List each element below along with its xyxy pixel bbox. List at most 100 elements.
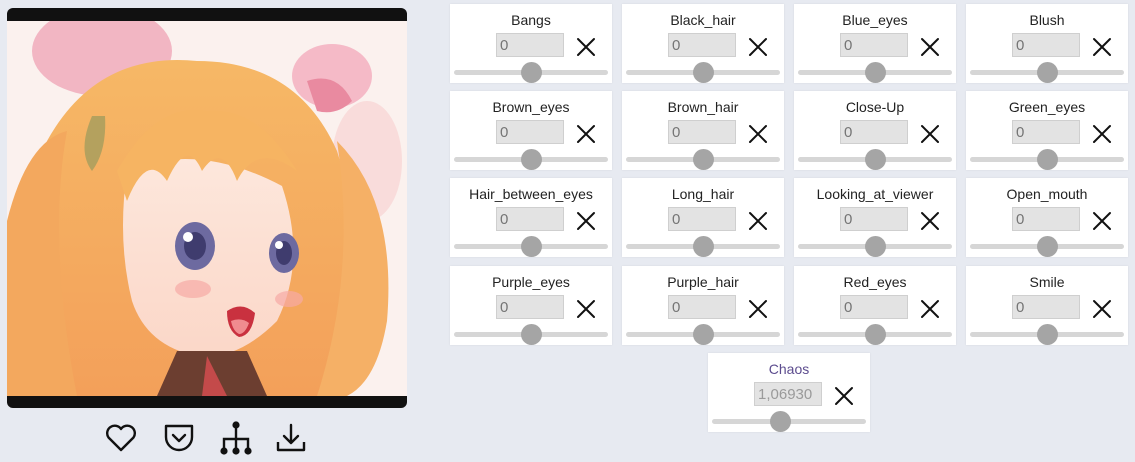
slider-thumb[interactable] <box>1037 236 1058 257</box>
attribute-card: Blush <box>966 4 1128 83</box>
close-icon[interactable] <box>1091 36 1113 58</box>
attribute-label: Brown_hair <box>667 99 739 115</box>
save-button[interactable] <box>161 420 197 456</box>
lineage-button[interactable] <box>218 420 254 456</box>
attribute-slider[interactable] <box>798 324 952 345</box>
slider-thumb[interactable] <box>865 324 886 345</box>
attribute-value-input[interactable] <box>496 295 564 319</box>
attribute-card: Green_eyes <box>966 91 1128 170</box>
close-icon[interactable] <box>919 36 941 58</box>
attribute-slider[interactable] <box>970 324 1124 345</box>
attribute-value-input[interactable] <box>668 207 736 231</box>
slider-thumb[interactable] <box>693 324 714 345</box>
close-icon[interactable] <box>575 36 597 58</box>
attribute-slider[interactable] <box>798 236 952 257</box>
image-actions <box>103 420 313 456</box>
attribute-slider[interactable] <box>454 324 608 345</box>
attribute-slider[interactable] <box>798 62 952 83</box>
slider-thumb[interactable] <box>521 149 542 170</box>
close-icon[interactable] <box>747 298 769 320</box>
attribute-value-input[interactable] <box>496 207 564 231</box>
close-icon[interactable] <box>919 210 941 232</box>
attribute-label: Red_eyes <box>843 274 907 290</box>
close-icon[interactable] <box>1091 123 1113 145</box>
close-icon[interactable] <box>1091 298 1113 320</box>
close-icon[interactable] <box>575 210 597 232</box>
close-icon[interactable] <box>1091 210 1113 232</box>
attribute-label: Open_mouth <box>1006 186 1088 202</box>
slider-thumb[interactable] <box>521 236 542 257</box>
attribute-value-input[interactable] <box>1012 295 1080 319</box>
attribute-value-input[interactable] <box>1012 120 1080 144</box>
slider-thumb[interactable] <box>693 149 714 170</box>
slider-thumb[interactable] <box>521 324 542 345</box>
attribute-slider[interactable] <box>626 149 780 170</box>
attribute-slider[interactable] <box>626 324 780 345</box>
close-icon[interactable] <box>747 210 769 232</box>
attribute-label: Purple_hair <box>667 274 739 290</box>
close-icon[interactable] <box>919 298 941 320</box>
attribute-label: Chaos <box>768 361 810 377</box>
attribute-value-input[interactable] <box>668 33 736 57</box>
attribute-value-input[interactable] <box>754 382 822 406</box>
slider-thumb[interactable] <box>1037 149 1058 170</box>
generated-image <box>7 21 407 396</box>
attribute-card: Purple_hair <box>622 266 784 345</box>
slider-thumb[interactable] <box>693 236 714 257</box>
attribute-slider[interactable] <box>712 411 866 432</box>
attribute-slider[interactable] <box>970 149 1124 170</box>
attribute-value-input[interactable] <box>496 120 564 144</box>
pocket-icon <box>164 424 194 452</box>
close-icon[interactable] <box>747 36 769 58</box>
attribute-value-input[interactable] <box>1012 33 1080 57</box>
attribute-card: Black_hair <box>622 4 784 83</box>
attribute-label: Purple_eyes <box>492 274 570 290</box>
favorite-button[interactable] <box>103 420 139 456</box>
slider-thumb[interactable] <box>1037 62 1058 83</box>
attribute-label: Hair_between_eyes <box>469 186 593 202</box>
slider-thumb[interactable] <box>693 62 714 83</box>
slider-thumb[interactable] <box>865 62 886 83</box>
attribute-card: Long_hair <box>622 178 784 257</box>
attribute-slider[interactable] <box>626 236 780 257</box>
download-button[interactable] <box>273 420 309 456</box>
attribute-slider[interactable] <box>454 236 608 257</box>
attribute-value-input[interactable] <box>840 207 908 231</box>
attribute-slider[interactable] <box>454 149 608 170</box>
attribute-value-input[interactable] <box>668 120 736 144</box>
attribute-card: Purple_eyes <box>450 266 612 345</box>
attribute-slider[interactable] <box>626 62 780 83</box>
attribute-label: Black_hair <box>670 12 736 28</box>
close-icon[interactable] <box>747 123 769 145</box>
attribute-value-input[interactable] <box>840 120 908 144</box>
attribute-value-input[interactable] <box>1012 207 1080 231</box>
attribute-card: Close-Up <box>794 91 956 170</box>
attribute-label: Green_eyes <box>1008 99 1086 115</box>
attribute-slider[interactable] <box>970 62 1124 83</box>
attribute-value-input[interactable] <box>668 295 736 319</box>
close-icon[interactable] <box>833 385 855 407</box>
attribute-slider[interactable] <box>454 62 608 83</box>
attribute-label: Long_hair <box>671 186 735 202</box>
slider-thumb[interactable] <box>865 149 886 170</box>
close-icon[interactable] <box>575 298 597 320</box>
slider-thumb[interactable] <box>521 62 542 83</box>
attribute-card: Open_mouth <box>966 178 1128 257</box>
attribute-card: Chaos <box>708 353 870 432</box>
close-icon[interactable] <box>575 123 597 145</box>
attribute-card: Red_eyes <box>794 266 956 345</box>
attribute-value-input[interactable] <box>840 295 908 319</box>
attribute-slider[interactable] <box>970 236 1124 257</box>
attribute-label: Blue_eyes <box>842 12 908 28</box>
attribute-label: Close-Up <box>845 99 905 115</box>
attribute-value-input[interactable] <box>840 33 908 57</box>
attribute-slider[interactable] <box>798 149 952 170</box>
slider-thumb[interactable] <box>769 411 791 432</box>
slider-thumb[interactable] <box>865 236 886 257</box>
attribute-label: Brown_eyes <box>492 99 570 115</box>
generated-image-frame <box>7 8 407 408</box>
attribute-value-input[interactable] <box>496 33 564 57</box>
close-icon[interactable] <box>919 123 941 145</box>
attribute-label: Smile <box>1029 274 1065 290</box>
slider-thumb[interactable] <box>1037 324 1058 345</box>
